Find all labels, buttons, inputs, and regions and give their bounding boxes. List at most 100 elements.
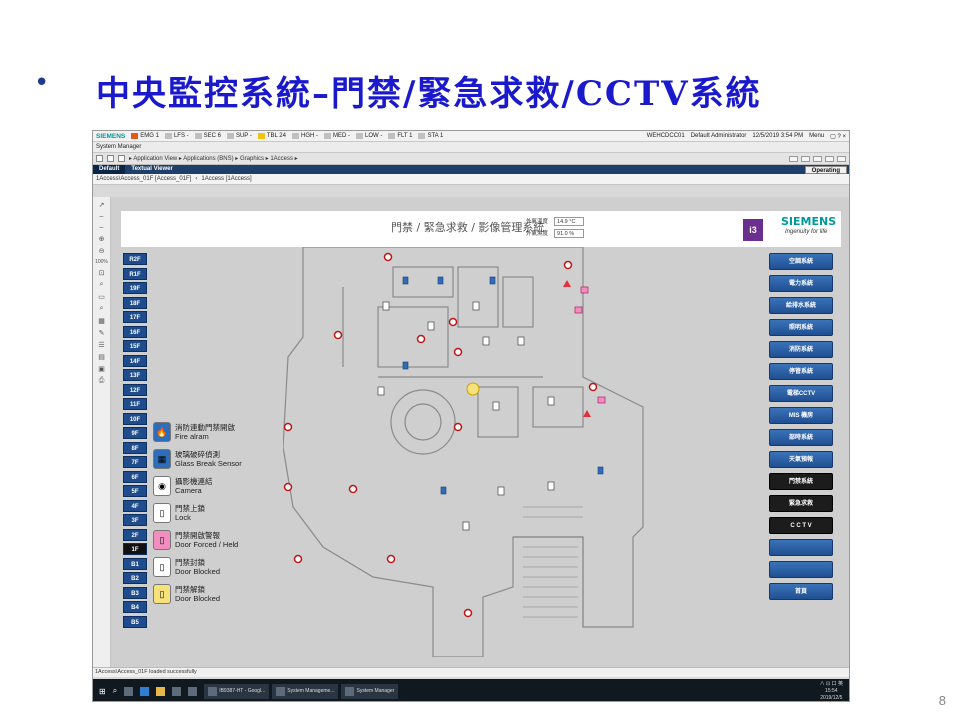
system-button[interactable]: MIS 機房 (769, 407, 833, 424)
path-secondary[interactable]: 1Access [1Access] (201, 176, 251, 182)
alarm-counter[interactable]: MED - (323, 133, 350, 139)
menu-button[interactable]: Menu (809, 133, 824, 140)
legend: 🔥 消防連動門禁開啟 Fire alram ▦ 玻璃破碎偵測 Glass Break Se… (153, 422, 273, 611)
floor-button[interactable]: B4 (123, 601, 147, 613)
app-icon[interactable] (172, 686, 182, 696)
floor-button[interactable]: B2 (123, 572, 147, 584)
system-button[interactable]: 停管系統 (769, 363, 833, 380)
floor-button[interactable]: B5 (123, 615, 147, 628)
floor-button[interactable]: 11F (123, 398, 147, 410)
alarm-counter[interactable]: LFS - (164, 133, 189, 139)
floor-button[interactable]: 12F (123, 383, 147, 396)
home-icon[interactable] (118, 155, 125, 162)
floor-button[interactable]: 5F (123, 485, 147, 497)
system-button[interactable]: 消防系統 (769, 341, 833, 358)
system-button[interactable] (769, 561, 833, 578)
mode-operating-button[interactable]: Operating (804, 165, 847, 174)
floor-button[interactable]: 9F (123, 427, 147, 439)
folder-icon[interactable] (156, 686, 166, 696)
pointer-icon[interactable]: ↗ (99, 201, 105, 209)
legend-item: ▯ 門禁封鎖 Door Blocked (153, 557, 273, 577)
system-button[interactable]: 照明系統 (769, 319, 833, 336)
path-primary[interactable]: 1Access\Access_01F [Access_01F] (96, 176, 191, 182)
legend-item: 🔥 消防連動門禁開啟 Fire alram (153, 422, 273, 442)
alarm-counter[interactable]: EMG 1 (131, 133, 159, 139)
floor-button[interactable]: 10F (123, 412, 147, 425)
system-tray[interactable]: ∧ ⊡ 口 英 15:54 2019/12/5 (820, 681, 843, 702)
alarm-counter[interactable]: TBL 24 (257, 133, 286, 139)
legend-item: ▯ 門禁上鎖 Lock (153, 503, 273, 523)
system-button[interactable]: 門禁系統 (769, 473, 833, 490)
floor-button[interactable]: 16F (123, 325, 147, 338)
floor-button[interactable]: R1F (123, 267, 147, 280)
window-controls-icon[interactable]: ▢ ? × (830, 133, 846, 140)
floor-button[interactable]: 15F (123, 340, 147, 352)
alarm-counter[interactable]: FLT 1 (388, 133, 412, 139)
edge-icon[interactable] (140, 686, 150, 696)
floor-button[interactable]: 2F (123, 528, 147, 541)
fit-icon[interactable]: ⊡ (99, 269, 105, 277)
floor-button[interactable]: 18F (123, 296, 147, 309)
alarm-counter[interactable]: STA 1 (418, 133, 443, 139)
floor-button[interactable]: 13F (123, 369, 147, 381)
search-icon[interactable]: ⌕ (100, 305, 104, 313)
floor-button[interactable]: B1 (123, 557, 147, 570)
floor-button[interactable]: B3 (123, 586, 147, 599)
back-icon[interactable] (96, 155, 103, 162)
system-button[interactable]: 天氣預報 (769, 451, 833, 468)
dash-icon[interactable]: – (100, 224, 104, 231)
grid-icon[interactable]: ▦ (98, 317, 105, 325)
image-icon[interactable]: ▣ (98, 365, 105, 373)
alarm-counter[interactable]: HGH - (291, 133, 318, 139)
legend-label: 門禁上鎖 Lock (175, 504, 205, 523)
floor-button[interactable]: 17F (123, 311, 147, 323)
app-icon[interactable] (188, 686, 198, 696)
taskbar-app[interactable]: System Manageme... (272, 683, 339, 699)
system-button[interactable]: 電梯CCTV (769, 385, 833, 402)
floor-button[interactable]: 1F (123, 543, 147, 555)
floor-button[interactable]: R2F (123, 253, 147, 265)
search-icon[interactable]: ⌕ (113, 686, 117, 696)
floor-button[interactable]: 4F (123, 499, 147, 512)
start-icon[interactable]: ⊞ (99, 687, 106, 696)
zoom-out-icon[interactable]: ⊖ (99, 247, 105, 255)
system-button[interactable]: 緊急求救 (769, 495, 833, 512)
list-icon[interactable]: ☰ (98, 341, 104, 349)
zoom-in-icon[interactable]: ⊕ (99, 235, 105, 243)
search-icon[interactable]: ⌕ (100, 281, 104, 289)
system-button[interactable]: 給排水系統 (769, 297, 833, 314)
floor-selector: R2F R1F 19F 18F 17F 16F 15F 14F 13F 12F 11F 10F 9F 8F… (123, 253, 147, 628)
system-button[interactable]: C C T V (769, 517, 833, 534)
system-button[interactable]: 首頁 (769, 583, 833, 600)
legend-label-en: Door Forced / Held (175, 540, 239, 549)
floor-button[interactable]: 7F (123, 456, 147, 468)
forward-icon[interactable] (107, 155, 114, 162)
taskbar-app[interactable]: System Manager (341, 683, 399, 699)
system-button[interactable]: 電力系統 (769, 275, 833, 292)
breadcrumb[interactable]: ▸ Application View ▸ Applications (BNS) … (129, 155, 298, 162)
floor-button[interactable]: 3F (123, 514, 147, 526)
layers-icon[interactable]: ▤ (98, 353, 105, 361)
tab-default[interactable]: Default (93, 165, 126, 174)
dash-icon[interactable]: – (100, 213, 104, 220)
pen-icon[interactable]: ✎ (99, 329, 105, 337)
ime-indicator[interactable]: 英 (838, 681, 843, 687)
system-button[interactable]: 空調系統 (769, 253, 833, 270)
task-view-icon[interactable] (124, 686, 134, 696)
taskbar-app[interactable]: IB9387-HT - Googl... (204, 683, 270, 699)
floor-button[interactable]: 8F (123, 441, 147, 454)
system-button[interactable]: 部時系統 (769, 429, 833, 446)
alarm-counter[interactable]: LOW - (355, 133, 382, 139)
print-icon[interactable]: ⎙ (99, 377, 105, 385)
floor-button[interactable]: 19F (123, 282, 147, 294)
alarm-counter[interactable]: SUP - (226, 133, 252, 139)
system-button[interactable] (769, 539, 833, 556)
layout-icons[interactable] (789, 155, 846, 162)
temp-value: 14.9 °C (554, 217, 585, 226)
frame-icon[interactable]: ▭ (98, 293, 105, 301)
tab-textual-viewer[interactable]: Textual Viewer (125, 165, 178, 174)
tray-icons[interactable]: ∧ ⊡ 口 (820, 681, 837, 687)
floor-button[interactable]: 6F (123, 470, 147, 483)
alarm-counter[interactable]: SEC 6 (194, 133, 221, 139)
floor-button[interactable]: 14F (123, 354, 147, 367)
